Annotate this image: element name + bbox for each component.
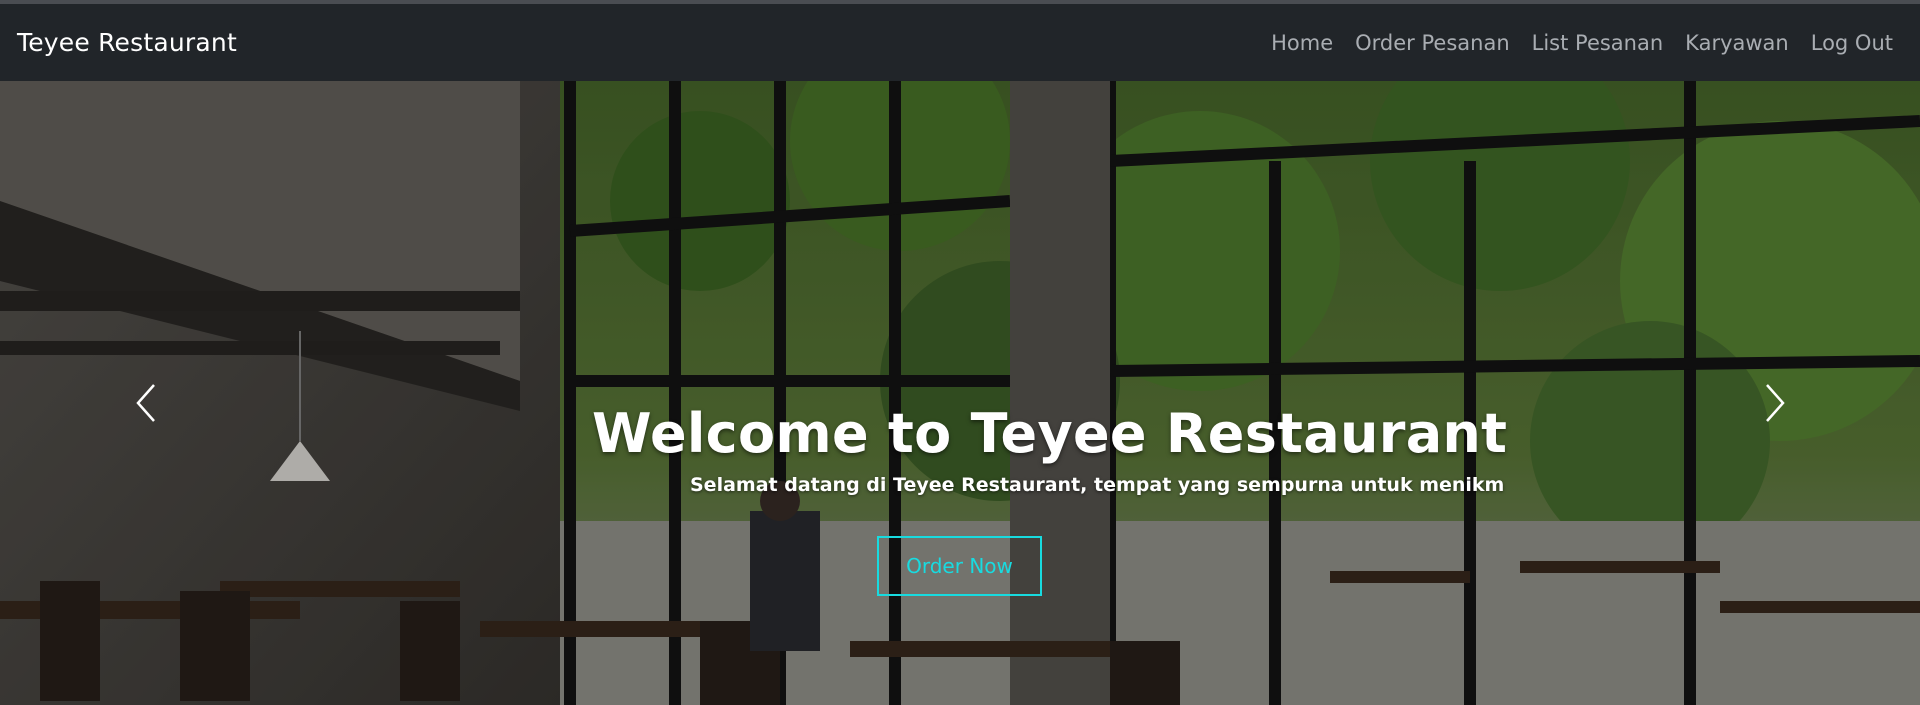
order-now-button[interactable]: Order Now	[877, 536, 1042, 596]
chevron-right-icon	[1766, 384, 1785, 422]
nav-karyawan[interactable]: Karyawan	[1685, 31, 1789, 55]
carousel-next-button[interactable]	[1745, 364, 1805, 442]
hero-carousel: Welcome to Teyee Restaurant Selamat data…	[0, 81, 1920, 705]
nav-order-pesanan[interactable]: Order Pesanan	[1355, 31, 1510, 55]
image-darken-overlay	[0, 81, 1920, 705]
nav-list-pesanan[interactable]: List Pesanan	[1532, 31, 1664, 55]
carousel-prev-button[interactable]	[116, 364, 176, 442]
chevron-left-icon	[136, 384, 155, 422]
navbar: Teyee Restaurant Home Order Pesanan List…	[0, 4, 1920, 81]
nav-log-out[interactable]: Log Out	[1811, 31, 1893, 55]
brand-logo[interactable]: Teyee Restaurant	[17, 28, 237, 57]
nav-links: Home Order Pesanan List Pesanan Karyawan…	[1271, 31, 1893, 55]
nav-home[interactable]: Home	[1271, 31, 1333, 55]
